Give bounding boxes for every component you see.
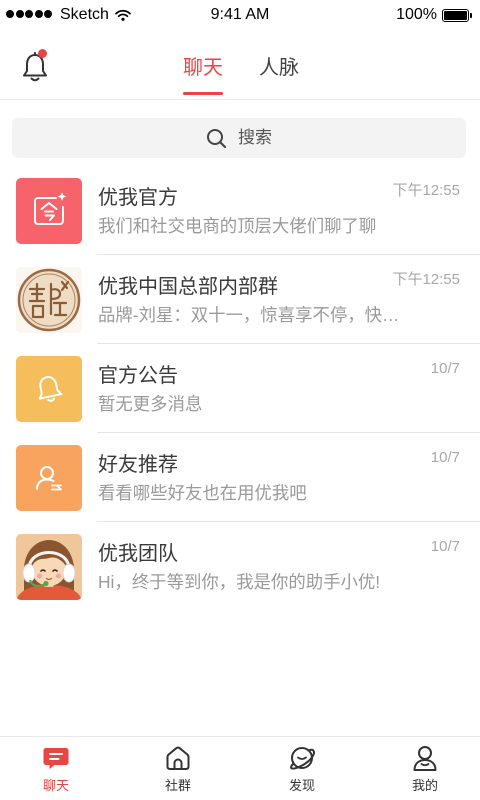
header: 聊天 人脉 (0, 30, 480, 100)
bottom-tab-chat[interactable]: 聊天 (16, 744, 96, 796)
battery-icon (442, 9, 472, 22)
chat-time: 10/7 (430, 538, 460, 555)
chat-preview: Hi，终于等到你，我是你的助手小优! (98, 572, 381, 592)
chat-avatar (16, 356, 82, 422)
chat-avatar (16, 178, 82, 244)
search-placeholder: 搜索 (238, 128, 272, 147)
active-tab-indicator (183, 92, 223, 95)
bottom-tab-label: 发现 (288, 778, 315, 793)
search-icon (207, 128, 227, 148)
chat-preview: 暂无更多消息 (98, 394, 203, 414)
chat-preview: 品牌-刘星：双十一，惊喜享不停，快… (98, 305, 400, 325)
chat-avatar (16, 534, 82, 600)
chat-preview: 看看哪些好友也在用优我吧 (98, 483, 307, 503)
coupon-icon (34, 192, 67, 225)
bottom-tab-label: 聊天 (42, 778, 69, 793)
chat-time: 10/7 (430, 449, 460, 466)
chat-list-item[interactable]: 优我官方 我们和社交电商的顶层大佬们聊了聊 下午12:55 (0, 166, 480, 255)
chat-bubble-icon (43, 748, 69, 769)
tab-contacts[interactable]: 人脉 (259, 56, 299, 80)
chat-list-item[interactable]: 官方公告 暂无更多消息 10/7 (0, 344, 480, 433)
friend-icon (36, 466, 62, 491)
tab-chat[interactable]: 聊天 (183, 56, 223, 80)
bottom-tab-label: 我的 (411, 778, 438, 793)
chat-preview: 我们和社交电商的顶层大佬们聊了聊 (98, 216, 377, 236)
search-bar[interactable]: 搜索 (12, 118, 466, 158)
bottom-tab-me[interactable]: 我的 (385, 744, 465, 796)
chat-title: 好友推荐 (98, 454, 178, 476)
chat-list-item[interactable]: 优我中国总部内部群 品牌-刘星：双十一，惊喜享不停，快… 下午12:55 (0, 255, 480, 344)
status-bar: Sketch 9:41 AM 100% (0, 0, 480, 30)
chat-title: 官方公告 (98, 365, 178, 387)
bell-icon (38, 376, 63, 402)
chat-avatar (16, 445, 82, 511)
chat-title: 优我团队 (98, 543, 178, 565)
bottom-tab-community[interactable]: 社群 (138, 744, 218, 796)
person-icon (413, 746, 437, 771)
chat-title: 优我中国总部内部群 (98, 276, 278, 298)
group-seal-image (17, 268, 81, 332)
bottom-tab-bar: 聊天 社群 发现 我的 (0, 736, 480, 800)
chat-time: 下午12:55 (392, 182, 460, 199)
chat-list-item[interactable]: 优我团队 Hi，终于等到你，我是你的助手小优! 10/7 (0, 522, 480, 611)
chat-title: 优我官方 (98, 187, 178, 209)
house-icon (166, 746, 190, 770)
battery-percentage: 100% (396, 6, 437, 23)
bottom-tab-label: 社群 (164, 778, 191, 793)
chat-avatar (16, 267, 82, 333)
chat-time: 下午12:55 (392, 271, 460, 288)
chat-list-item[interactable]: 好友推荐 看看哪些好友也在用优我吧 10/7 (0, 433, 480, 522)
chat-time: 10/7 (430, 360, 460, 377)
chat-list: 优我官方 我们和社交电商的顶层大佬们聊了聊 下午12:55 优我中国总部内部群 … (0, 166, 480, 611)
unread-badge-dot (38, 49, 47, 58)
bottom-tab-discover[interactable]: 发现 (262, 744, 342, 796)
planet-icon (290, 747, 315, 770)
battery-level (444, 11, 467, 20)
assistant-girl-image (16, 540, 82, 600)
